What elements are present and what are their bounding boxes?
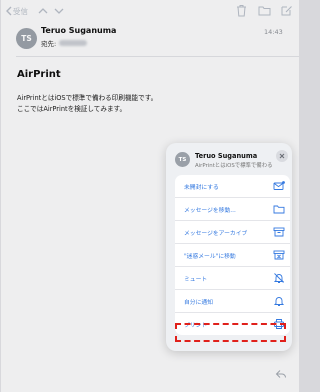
- print-highlight-box: [175, 323, 286, 342]
- menu-item-label: "迷惑メール"に移動: [184, 254, 236, 260]
- menu-item-mark-unread[interactable]: 未開封にする: [175, 175, 290, 198]
- actions-popover: TS Teruo Suganuma AirPrintとはiOSで標準で備わる 未…: [166, 143, 292, 351]
- menu-item-mute[interactable]: ミュート: [175, 267, 290, 290]
- menu-item-label: メッセージをアーカイブ: [184, 231, 248, 237]
- envelope-icon: [273, 181, 285, 190]
- bell-slash-icon: [273, 273, 285, 283]
- menu-item-move[interactable]: メッセージを移動...: [175, 198, 290, 221]
- menu-item-label: メッセージを移動...: [184, 208, 236, 214]
- close-icon: [279, 153, 285, 159]
- popover-preview: AirPrintとはiOSで標準で備わる: [195, 163, 273, 169]
- archive-box-icon: [273, 227, 285, 237]
- menu-item-notify-me[interactable]: 自分に通知: [175, 290, 290, 313]
- popover-avatar: TS: [175, 152, 190, 167]
- mail-screen: 受信 TS Teruo Suganuma 宛先: 14:43 AirPrint …: [1, 0, 299, 392]
- menu-item-label: 自分に通知: [184, 300, 213, 306]
- menu-item-label: ミュート: [184, 277, 208, 283]
- popover-sender-name: Teruo Suganuma: [195, 152, 258, 160]
- bell-icon: [273, 297, 285, 306]
- reply-icon[interactable]: [275, 368, 287, 380]
- menu-item-move-to-junk[interactable]: "迷惑メール"に移動: [175, 244, 290, 267]
- actions-menu: 未開封にする メッセージを移動... メッセージをアーカイブ "迷惑メール"に移…: [175, 175, 290, 335]
- menu-item-archive[interactable]: メッセージをアーカイブ: [175, 221, 290, 244]
- close-button[interactable]: [276, 150, 288, 162]
- folder-icon: [273, 205, 285, 214]
- junk-bin-icon: [273, 250, 285, 260]
- menu-item-label: 未開封にする: [184, 185, 219, 191]
